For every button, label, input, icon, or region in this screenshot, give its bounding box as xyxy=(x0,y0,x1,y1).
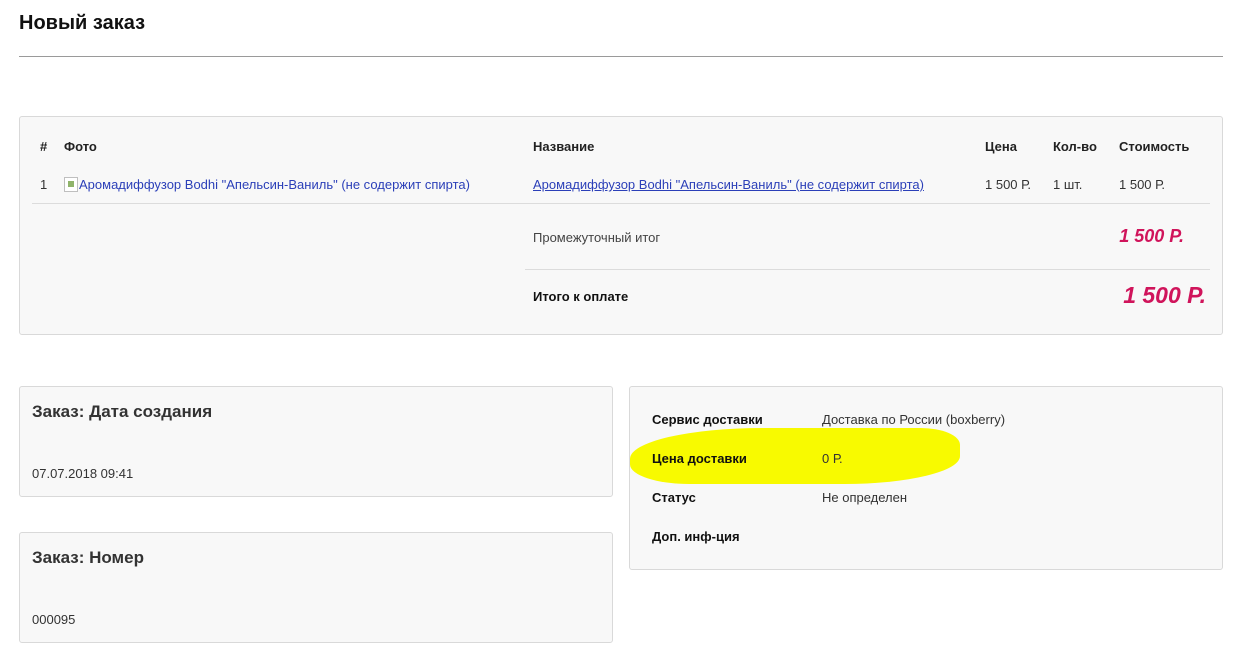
col-header-num: # xyxy=(40,139,48,154)
order-number-heading: Заказ: Номер xyxy=(32,548,144,567)
delivery-extra-label: Доп. инф-ция xyxy=(652,529,740,544)
delivery-info-card: Сервис доставки Доставка по России (boxb… xyxy=(629,386,1223,570)
col-header-name: Название xyxy=(533,139,595,154)
order-date-card: Заказ: Дата создания 07.07.2018 09:41 xyxy=(19,386,613,497)
delivery-price-value: 0 Р. xyxy=(822,451,843,466)
product-cost: 1 500 Р. xyxy=(1119,177,1165,192)
total-value: 1 500 Р. xyxy=(1123,282,1206,308)
col-header-price: Цена xyxy=(985,139,1017,154)
delivery-service-label: Сервис доставки xyxy=(652,412,763,427)
product-photo-alt-text: Аромадиффузор Bodhi "Апельсин-Ваниль" (н… xyxy=(79,177,470,192)
order-number-value: 000095 xyxy=(32,612,76,627)
product-name-text: Аромадиффузор Bodhi "Апельсин-Ваниль" (н… xyxy=(533,177,924,192)
total-label: Итого к оплате xyxy=(533,289,629,304)
order-number-card: Заказ: Номер 000095 xyxy=(19,532,613,643)
product-name-link[interactable]: Аромадиффузор Bodhi "Апельсин-Ваниль" (н… xyxy=(533,177,924,192)
row-divider xyxy=(32,203,1210,204)
col-header-qty: Кол-во xyxy=(1053,139,1097,154)
order-date-value: 07.07.2018 09:41 xyxy=(32,466,134,481)
product-photo-link[interactable]: Аромадиффузор Bodhi "Апельсин-Ваниль" (н… xyxy=(64,177,470,192)
product-qty: 1 шт. xyxy=(1053,177,1083,192)
col-header-cost: Стоимость xyxy=(1119,139,1190,154)
total-divider xyxy=(525,269,1210,270)
delivery-status-value: Не определен xyxy=(822,490,908,505)
page-title: Новый заказ xyxy=(19,12,146,34)
col-header-photo: Фото xyxy=(64,139,97,154)
order-date-heading: Заказ: Дата создания xyxy=(32,402,213,421)
subtotal-value: 1 500 Р. xyxy=(1119,226,1184,246)
row-number: 1 xyxy=(40,177,48,192)
delivery-price-label: Цена доставки xyxy=(652,451,747,466)
order-items-panel: # Фото Название Цена Кол-во Стоимость 1 … xyxy=(19,116,1223,335)
subtotal-label: Промежуточный итог xyxy=(533,230,661,245)
delivery-service-value: Доставка по России (boxberry) xyxy=(822,412,1006,427)
title-divider xyxy=(19,56,1223,57)
broken-image-icon xyxy=(64,177,78,192)
product-price: 1 500 Р. xyxy=(985,177,1031,192)
delivery-status-label: Статус xyxy=(652,490,696,505)
